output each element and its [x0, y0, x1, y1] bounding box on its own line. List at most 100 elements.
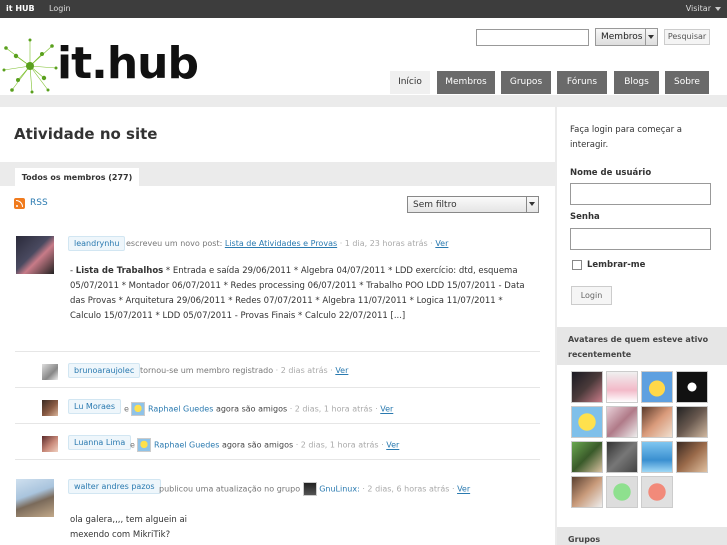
- friend-avatar[interactable]: [137, 438, 152, 452]
- divider: [15, 423, 540, 424]
- activity-time: · 2 dias, 6 horas atrás ·: [362, 484, 455, 494]
- login-intro: Faça login para começar a interagir.: [570, 125, 682, 150]
- activity-meta: e Raphael Guedes agora são amigos · 2 di…: [130, 438, 399, 452]
- friend-link[interactable]: Raphael Guedes: [148, 405, 213, 414]
- activity-action: tornou-se um membro registrado: [140, 366, 274, 375]
- password-label: Senha: [570, 212, 600, 222]
- activity-action: escreveu um novo post:: [126, 239, 223, 248]
- activity-filter-select[interactable]: Sem filtro: [407, 196, 539, 213]
- groups-heading: Grupos: [557, 527, 727, 545]
- chevron-down-icon: [645, 29, 657, 45]
- joiner: e: [130, 440, 135, 450]
- avatar[interactable]: [16, 479, 54, 517]
- avatar[interactable]: [571, 406, 603, 438]
- avatar[interactable]: [606, 371, 638, 403]
- view-link[interactable]: Ver: [380, 405, 393, 414]
- view-link[interactable]: Ver: [435, 239, 448, 248]
- activity-filter-bar: Todos os membros (277): [0, 162, 555, 188]
- view-link[interactable]: Ver: [386, 441, 399, 450]
- recent-avatars-heading: Avatares de quem esteve ativo recentemen…: [557, 327, 727, 365]
- activity-time: · 1 dia, 23 horas atrás ·: [339, 239, 433, 248]
- rss-icon: [14, 198, 25, 209]
- activity-body: - Lista de Trabalhos * Entrada e saída 2…: [70, 266, 525, 321]
- avatar[interactable]: [641, 406, 673, 438]
- user-link-leandrynhu[interactable]: leandrynhu: [68, 236, 126, 251]
- tab-inicio[interactable]: Início: [390, 71, 430, 94]
- avatar[interactable]: [641, 441, 673, 473]
- sidebar: Faça login para começar a interagir. Nom…: [557, 107, 727, 545]
- password-field[interactable]: [570, 228, 711, 250]
- avatar[interactable]: [606, 406, 638, 438]
- divider: [15, 387, 540, 388]
- chevron-down-icon: [526, 197, 538, 212]
- avatar[interactable]: [641, 476, 673, 508]
- avatar[interactable]: [571, 476, 603, 508]
- avatar[interactable]: [606, 476, 638, 508]
- tab-sobre[interactable]: Sobre: [665, 71, 709, 94]
- filter-select-label: Sem filtro: [413, 200, 457, 210]
- activity-time: · 2 dias atrás ·: [275, 366, 333, 375]
- joiner: e: [124, 404, 129, 414]
- admin-bar: it HUB Login Visitar: [0, 0, 727, 18]
- tab-all-members[interactable]: Todos os membros (277): [15, 168, 139, 188]
- page-container: Atividade no site Todos os membros (277)…: [0, 95, 727, 545]
- avatar[interactable]: [571, 441, 603, 473]
- activity-meta: publicou uma atualização no grupo GnuLin…: [159, 482, 470, 496]
- avatar[interactable]: [676, 441, 708, 473]
- user-link-lu-moraes[interactable]: Lu Moraes: [68, 399, 122, 414]
- activity-time: · 2 dias, 1 hora atrás ·: [295, 440, 384, 450]
- activity-body: ola galera,,,, tem alguein ai mexendo co…: [70, 515, 188, 540]
- search-button[interactable]: Pesquisar: [664, 29, 710, 45]
- user-link-walter-andres-pazos[interactable]: walter andres pazos: [68, 479, 161, 494]
- search-scope-label: Membros: [601, 32, 643, 42]
- avatar[interactable]: [641, 371, 673, 403]
- activity-action: publicou uma atualização no grupo: [159, 484, 301, 494]
- avatar[interactable]: [676, 406, 708, 438]
- site-header: it.hub Membros Pesquisar Início Membros …: [0, 18, 727, 98]
- tab-foruns[interactable]: Fóruns: [557, 71, 607, 94]
- post-link[interactable]: Lista de Atividades e Provas: [225, 239, 337, 248]
- chevron-down-icon: [715, 6, 721, 11]
- tab-membros[interactable]: Membros: [437, 71, 495, 94]
- admin-bar-login-link[interactable]: Login: [49, 4, 71, 13]
- login-button[interactable]: Login: [571, 286, 612, 305]
- activity-meta: e Raphael Guedes agora são amigos · 2 di…: [124, 402, 393, 416]
- search-scope-select[interactable]: Membros: [595, 28, 658, 46]
- remember-checkbox[interactable]: [572, 260, 582, 270]
- activity-time: · 2 dias, 1 hora atrás ·: [289, 404, 378, 414]
- friend-link[interactable]: Raphael Guedes: [154, 441, 219, 450]
- friend-avatar[interactable]: [131, 402, 146, 416]
- group-link[interactable]: GnuLinux:: [319, 485, 360, 494]
- tux-icon[interactable]: [302, 482, 317, 496]
- rss-label: RSS: [30, 198, 48, 208]
- admin-bar-visit-menu[interactable]: Visitar: [686, 4, 721, 13]
- avatar[interactable]: [16, 236, 54, 274]
- search-input[interactable]: [476, 29, 589, 46]
- activity-action: agora são amigos: [221, 440, 294, 450]
- activity-meta: tornou-se um membro registrado · 2 dias …: [140, 366, 348, 375]
- tab-grupos[interactable]: Grupos: [501, 71, 551, 94]
- post-title: Lista de Trabalhos: [75, 266, 164, 276]
- avatar[interactable]: [571, 371, 603, 403]
- avatar[interactable]: [676, 371, 708, 403]
- avatar[interactable]: [42, 400, 58, 416]
- avatar[interactable]: [42, 436, 58, 452]
- avatar[interactable]: [606, 441, 638, 473]
- activity-meta: escreveu um novo post: Lista de Atividad…: [126, 239, 448, 248]
- activity-action: agora são amigos: [215, 404, 288, 414]
- logo-text: it.hub: [57, 38, 199, 89]
- avatar[interactable]: [42, 364, 58, 380]
- admin-bar-brand[interactable]: it HUB: [6, 4, 35, 13]
- page-title: Atividade no site: [14, 125, 158, 143]
- view-link[interactable]: Ver: [457, 485, 470, 494]
- divider: [15, 459, 540, 460]
- view-link[interactable]: Ver: [335, 366, 348, 375]
- username-label: Nome de usuário: [570, 168, 652, 178]
- tab-blogs[interactable]: Blogs: [614, 71, 659, 94]
- site-logo[interactable]: it.hub: [2, 38, 202, 94]
- user-link-luanna-lima[interactable]: Luanna Lima: [68, 435, 132, 450]
- activity-content: Atividade no site Todos os membros (277)…: [0, 107, 555, 545]
- user-link-brunoaraujolec[interactable]: brunoaraujolec: [68, 363, 141, 378]
- username-field[interactable]: [570, 183, 711, 205]
- divider: [15, 351, 540, 352]
